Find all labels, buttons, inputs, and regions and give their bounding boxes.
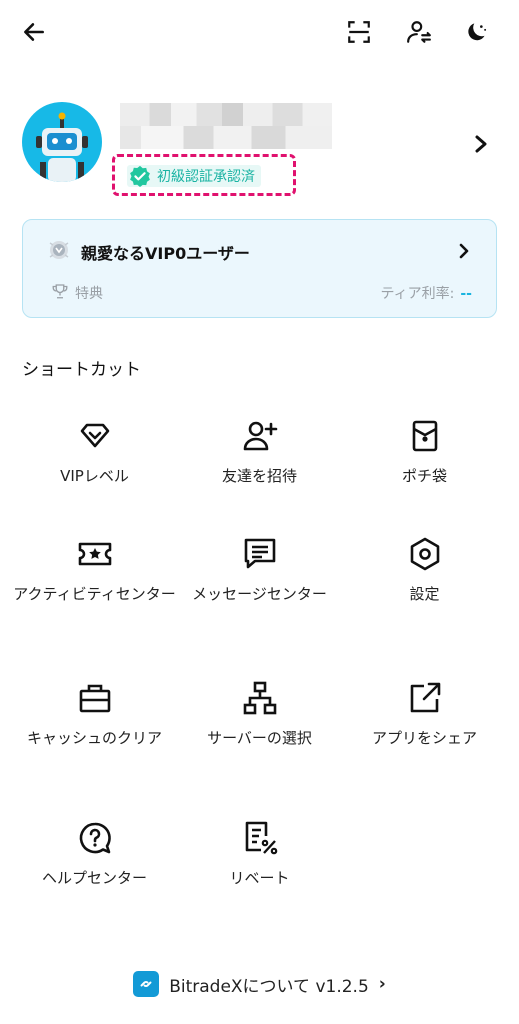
toolbox-icon bbox=[77, 680, 113, 716]
shortcut-message-center[interactable]: メッセージセンター bbox=[173, 518, 346, 606]
back-button[interactable] bbox=[20, 18, 48, 46]
shortcut-label: リベート bbox=[229, 869, 290, 887]
shortcut-rebate[interactable]: リベート bbox=[173, 802, 346, 890]
vip-title: 親愛なるVIP0ユーザー bbox=[81, 244, 250, 263]
about-chevron: › bbox=[378, 974, 386, 994]
shortcut-label: VIPレベル bbox=[60, 467, 129, 485]
shortcut-share-app[interactable]: アプリをシェア bbox=[338, 662, 511, 750]
user-switch-icon bbox=[407, 21, 431, 43]
vip-rate-label: ティア利率: bbox=[380, 286, 455, 302]
vip-card[interactable]: 親愛なるVIP0ユーザー 特典 ティア利率: -- bbox=[22, 219, 497, 318]
shortcut-label: サーバーの選択 bbox=[207, 729, 312, 747]
avatar[interactable] bbox=[22, 102, 102, 182]
profile-header[interactable]: 初級認証承認済 bbox=[0, 100, 519, 200]
shortcut-label: アクティビティセンター bbox=[13, 585, 176, 603]
shortcut-label: ポチ袋 bbox=[401, 467, 447, 485]
switch-account-button[interactable] bbox=[405, 18, 433, 46]
message-icon bbox=[242, 536, 278, 572]
shortcut-invite-friends[interactable]: 友達を招待 bbox=[173, 400, 346, 488]
shortcuts-title: ショートカット bbox=[22, 360, 141, 380]
diamond-icon bbox=[77, 418, 113, 454]
about-link[interactable]: BitradeXについて v1.2.5 › bbox=[0, 968, 519, 1000]
vip-rate: ティア利率: -- bbox=[380, 283, 472, 303]
help-icon bbox=[77, 820, 113, 856]
ticket-star-icon bbox=[77, 536, 113, 572]
shortcut-label: ヘルプセンター bbox=[41, 869, 147, 887]
shortcut-label: メッセージセンター bbox=[192, 585, 327, 603]
vip-chevron-icon bbox=[459, 243, 469, 259]
vip-rate-value: -- bbox=[460, 286, 472, 302]
shortcut-label: 設定 bbox=[409, 585, 440, 603]
verification-label: 初級認証承認済 bbox=[157, 169, 255, 185]
theme-toggle-button[interactable] bbox=[463, 18, 491, 46]
shortcut-label: アプリをシェア bbox=[371, 729, 477, 747]
username-blurred bbox=[120, 103, 332, 149]
robot-avatar-icon bbox=[36, 112, 88, 182]
verified-check-icon bbox=[130, 165, 150, 187]
shortcut-clear-cache[interactable]: キャッシュのクリア bbox=[8, 662, 181, 750]
shortcut-vip-level[interactable]: VIPレベル bbox=[8, 400, 181, 488]
network-icon bbox=[242, 680, 278, 716]
shortcut-label: キャッシュのクリア bbox=[26, 729, 162, 747]
chevron-right-icon[interactable] bbox=[473, 134, 489, 154]
red-envelope-icon bbox=[407, 418, 443, 454]
verification-badge: 初級認証承認済 bbox=[127, 165, 261, 187]
trophy-icon bbox=[52, 284, 68, 299]
vip-benefit-label: 特典 bbox=[75, 286, 103, 302]
shortcut-server-select[interactable]: サーバーの選択 bbox=[173, 662, 346, 750]
shortcut-help-center[interactable]: ヘルプセンター bbox=[8, 802, 181, 890]
rebate-icon bbox=[242, 820, 278, 856]
scan-button[interactable] bbox=[345, 18, 373, 46]
add-user-icon bbox=[242, 418, 278, 454]
shortcut-activity-center[interactable]: アクティビティセンター bbox=[8, 518, 181, 606]
shortcut-red-envelope[interactable]: ポチ袋 bbox=[338, 400, 511, 488]
verification-highlight: 初級認証承認済 bbox=[112, 154, 296, 196]
shortcut-label: 友達を招待 bbox=[221, 467, 297, 485]
top-bar bbox=[0, 0, 519, 64]
scan-icon bbox=[348, 21, 370, 43]
vip-medal-icon bbox=[49, 241, 69, 259]
settings-icon bbox=[407, 536, 443, 572]
shortcut-settings[interactable]: 設定 bbox=[338, 518, 511, 606]
share-icon bbox=[407, 680, 443, 716]
about-label: BitradeXについて v1.2.5 bbox=[169, 976, 369, 997]
moon-icon bbox=[468, 23, 487, 41]
bitradex-logo-icon bbox=[133, 971, 160, 997]
arrow-left-icon bbox=[24, 23, 44, 41]
